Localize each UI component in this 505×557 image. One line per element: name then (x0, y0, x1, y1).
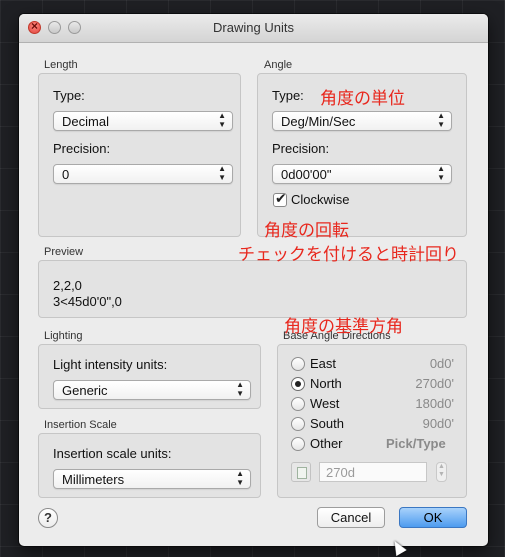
chevron-updown-icon: ▲ ▼ (236, 380, 244, 398)
east-label[interactable]: East (310, 356, 336, 371)
cancel-button[interactable]: Cancel (317, 507, 385, 528)
angle-precision-select[interactable]: 0d00'00" ▲ ▼ (272, 164, 452, 184)
insertion-section-title: Insertion Scale (44, 419, 117, 431)
lighting-section-title: Lighting (44, 330, 83, 342)
radio-south[interactable] (291, 417, 305, 431)
light-intensity-label: Light intensity units: (53, 357, 168, 372)
insertion-scale-value: Millimeters (62, 472, 125, 487)
angle-type-select[interactable]: Deg/Min/Sec ▲ ▼ (272, 111, 452, 131)
preview-group: 2,2,0 3<45d0'0",0 (38, 260, 467, 318)
length-precision-value: 0 (62, 167, 70, 182)
pick-type-label: Pick/Type (386, 436, 446, 451)
radio-other[interactable] (291, 437, 305, 451)
length-precision-select[interactable]: 0 ▲ ▼ (53, 164, 233, 184)
length-type-label: Type: (53, 88, 85, 103)
insertion-scale-select[interactable]: Millimeters ▲ ▼ (53, 469, 251, 489)
radio-east[interactable] (291, 357, 305, 371)
drawing-units-dialog: Drawing Units Length Type: Decimal ▲▼ Pr… (19, 14, 488, 546)
north-label[interactable]: North (310, 376, 342, 391)
light-intensity-value: Generic (62, 383, 108, 398)
other-label[interactable]: Other (310, 436, 343, 451)
west-value: 180d0' (415, 396, 454, 411)
light-intensity-select[interactable]: Generic ▲ ▼ (53, 380, 251, 400)
clockwise-label[interactable]: Clockwise (291, 192, 350, 207)
angle-section-title: Angle (264, 59, 293, 71)
length-group: Type: Decimal ▲ ▼ Precision: 0 ▲ ▼ (38, 73, 241, 237)
angle-precision-value: 0d00'00" (281, 167, 332, 182)
angle-type-value: Deg/Min/Sec (281, 114, 356, 129)
window-title: Drawing Units (213, 20, 294, 35)
clockwise-checkbox[interactable] (273, 190, 287, 207)
length-section-title: Length (44, 59, 78, 71)
annotation-angle-unit: 角度の単位 (320, 89, 405, 108)
angle-type-label: Type: (272, 88, 304, 103)
radio-west[interactable] (291, 397, 305, 411)
title-bar[interactable]: Drawing Units (19, 14, 488, 43)
length-precision-label: Precision: (53, 141, 111, 156)
chevron-updown-icon: ▲ ▼ (437, 111, 445, 129)
insertion-group: Insertion scale units: Millimeters ▲ ▼ (38, 433, 261, 498)
base-angle-group: East 0d0' North 270d0' West 180d0' South… (277, 344, 467, 498)
north-value: 270d0' (415, 376, 454, 391)
ok-button[interactable]: OK (399, 507, 467, 528)
south-value: 90d0' (422, 416, 454, 431)
chevron-updown-icon: ▲ ▼ (218, 111, 226, 129)
preview-line-1: 2,2,0 (53, 278, 82, 293)
chevron-updown-icon: ▲ ▼ (236, 469, 244, 487)
lighting-group: Light intensity units: Generic ▲ ▼ (38, 344, 261, 409)
angle-stepper[interactable]: ▲ ▼ (436, 462, 447, 482)
angle-precision-label: Precision: (272, 141, 330, 156)
chevron-updown-icon: ▲ ▼ (437, 164, 445, 182)
radio-north[interactable] (291, 377, 305, 391)
south-label[interactable]: South (310, 416, 344, 431)
help-icon[interactable]: ? (38, 508, 58, 528)
insertion-scale-label: Insertion scale units: (53, 446, 172, 461)
annotation-base-angle: 角度の基準方角 (284, 317, 403, 336)
chevron-updown-icon: ▲ ▼ (218, 164, 226, 182)
length-type-value: Decimal (62, 114, 109, 129)
pick-point-icon[interactable] (291, 462, 311, 482)
preview-section-title: Preview (44, 246, 84, 258)
custom-angle-input[interactable]: 270d (319, 462, 427, 482)
annotation-angle-rotation: 角度の回転 (264, 221, 349, 240)
annotation-clockwise-note: チェックを付けると時計回り (238, 245, 459, 264)
length-type-select[interactable]: Decimal ▲ ▼ (53, 111, 233, 131)
east-value: 0d0' (429, 356, 454, 371)
west-label[interactable]: West (310, 396, 339, 411)
preview-line-2: 3<45d0'0",0 (53, 294, 122, 309)
